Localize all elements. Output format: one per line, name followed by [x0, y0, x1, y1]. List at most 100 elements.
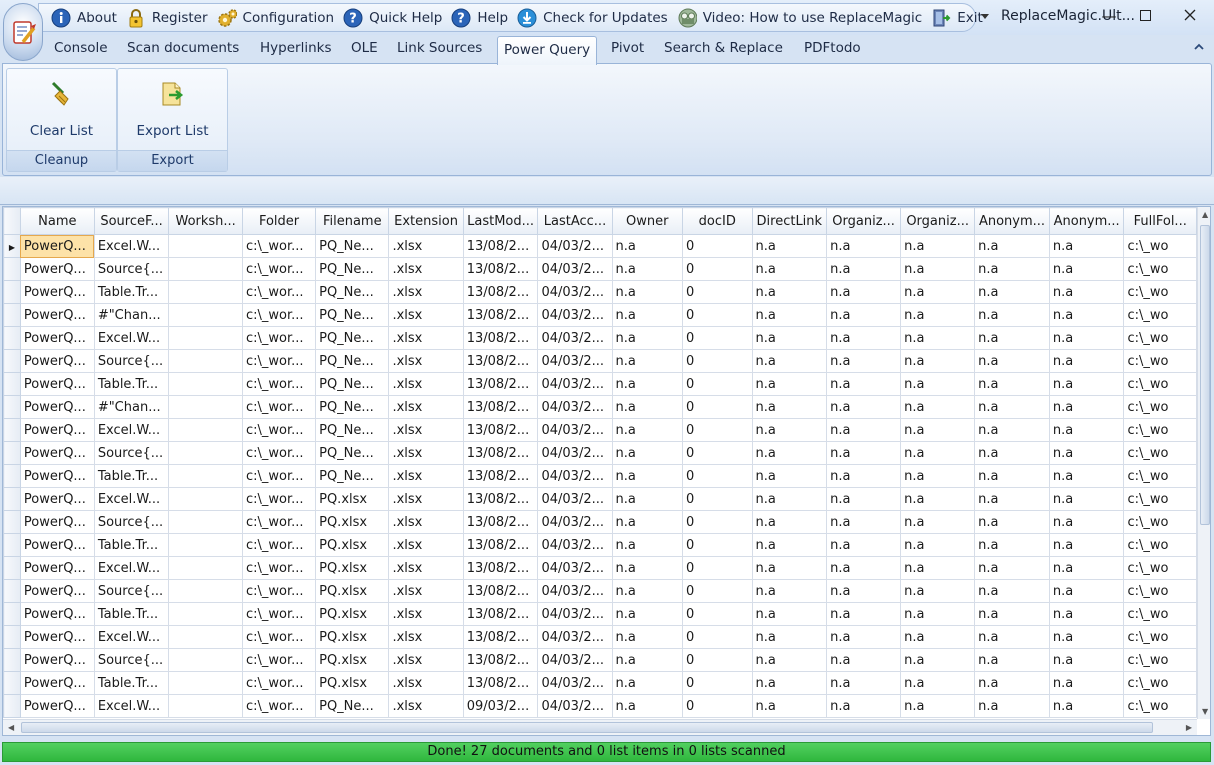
table-cell[interactable]: PowerQ...: [19, 694, 95, 718]
table-cell[interactable]: 13/08/2...: [462, 418, 539, 442]
table-cell[interactable]: n.a: [974, 602, 1050, 626]
table-cell[interactable]: PowerQ...: [19, 303, 95, 327]
table-cell[interactable]: n.a: [751, 556, 828, 580]
table-cell[interactable]: Table.Tr...: [93, 464, 170, 488]
table-cell[interactable]: n.a: [900, 671, 976, 695]
table-cell[interactable]: n.a: [826, 579, 902, 603]
row-header[interactable]: [3, 487, 21, 511]
table-cell[interactable]: n.a: [1048, 694, 1125, 718]
table-cell[interactable]: n.a: [611, 671, 683, 695]
table-cell[interactable]: PowerQ...: [19, 257, 95, 281]
table-cell[interactable]: 13/08/2...: [462, 579, 539, 603]
table-cell[interactable]: n.a: [1048, 533, 1125, 557]
table-cell[interactable]: n.a: [826, 671, 902, 695]
table-cell[interactable]: PQ.xlsx: [315, 579, 390, 603]
table-cell[interactable]: .xlsx: [388, 280, 464, 304]
table-cell[interactable]: n.a: [900, 533, 976, 557]
table-cell[interactable]: 0: [681, 533, 753, 557]
table-cell[interactable]: n.a: [1048, 441, 1125, 465]
table-cell[interactable]: n.a: [751, 510, 828, 534]
video-tutorial-button[interactable]: Video: How to use ReplaceMagic: [677, 6, 927, 30]
table-cell[interactable]: [168, 418, 243, 442]
row-header[interactable]: [3, 579, 21, 603]
table-cell[interactable]: PowerQ...: [19, 533, 95, 557]
table-cell[interactable]: n.a: [900, 303, 976, 327]
table-cell[interactable]: .xlsx: [388, 487, 464, 511]
table-cell[interactable]: n.a: [974, 510, 1050, 534]
table-cell[interactable]: n.a: [1048, 602, 1125, 626]
table-cell[interactable]: c:\_wo: [1123, 303, 1197, 327]
table-cell[interactable]: c:\_wor...: [241, 326, 317, 350]
tab-console[interactable]: Console: [48, 35, 114, 63]
table-cell[interactable]: n.a: [751, 487, 828, 511]
table-cell[interactable]: 13/08/2...: [462, 556, 539, 580]
vertical-scrollbar[interactable]: ▲ ▼: [1197, 207, 1210, 719]
table-cell[interactable]: 04/03/2...: [537, 556, 613, 580]
table-cell[interactable]: 04/03/2...: [537, 234, 613, 258]
table-row[interactable]: PowerQ... Excel.W... c:\_wor... PQ.xlsx .xls…: [3, 556, 1197, 580]
table-cell[interactable]: c:\_wor...: [241, 349, 317, 373]
table-cell[interactable]: n.a: [900, 487, 976, 511]
table-row[interactable]: PowerQ... #"Chan... c:\_wor... PQ_Ne... .xls…: [3, 303, 1197, 327]
table-cell[interactable]: PowerQ...: [19, 579, 95, 603]
register-button[interactable]: Register: [126, 6, 212, 30]
table-cell[interactable]: 13/08/2...: [462, 280, 539, 304]
table-cell[interactable]: 04/03/2...: [537, 303, 613, 327]
table-cell[interactable]: PowerQ...: [19, 234, 95, 258]
table-cell[interactable]: n.a: [974, 464, 1050, 488]
scroll-left-icon[interactable]: ◀: [8, 723, 14, 732]
table-cell[interactable]: n.a: [974, 671, 1050, 695]
table-cell[interactable]: c:\_wo: [1123, 556, 1197, 580]
table-cell[interactable]: 04/03/2...: [537, 257, 613, 281]
table-cell[interactable]: 04/03/2...: [537, 280, 613, 304]
table-cell[interactable]: c:\_wor...: [241, 303, 317, 327]
table-cell[interactable]: .xlsx: [388, 349, 464, 373]
table-cell[interactable]: c:\_wo: [1123, 579, 1197, 603]
table-cell[interactable]: c:\_wor...: [241, 602, 317, 626]
table-cell[interactable]: n.a: [611, 556, 683, 580]
table-cell[interactable]: n.a: [1048, 257, 1125, 281]
table-cell[interactable]: 13/08/2...: [462, 326, 539, 350]
horizontal-scrollbar[interactable]: ◀ ▶: [3, 719, 1197, 735]
table-cell[interactable]: 13/08/2...: [462, 395, 539, 419]
table-cell[interactable]: n.a: [751, 395, 828, 419]
table-cell[interactable]: c:\_wo: [1123, 441, 1197, 465]
table-cell[interactable]: Source{...: [93, 349, 170, 373]
row-header[interactable]: [3, 625, 21, 649]
table-cell[interactable]: [168, 694, 243, 718]
table-cell[interactable]: 13/08/2...: [462, 303, 539, 327]
column-header[interactable]: FullFol...: [1123, 207, 1197, 235]
table-cell[interactable]: PQ.xlsx: [315, 510, 390, 534]
table-cell[interactable]: 13/08/2...: [462, 372, 539, 396]
tab-power-query[interactable]: Power Query: [497, 36, 598, 65]
table-cell[interactable]: c:\_wor...: [241, 418, 317, 442]
table-cell[interactable]: c:\_wor...: [241, 533, 317, 557]
table-cell[interactable]: 04/03/2...: [537, 395, 613, 419]
table-cell[interactable]: n.a: [751, 602, 828, 626]
table-cell[interactable]: c:\_wor...: [241, 234, 317, 258]
about-button[interactable]: About: [51, 6, 121, 30]
table-row[interactable]: PowerQ... Table.Tr... c:\_wor... PQ_Ne... .x…: [3, 280, 1197, 304]
table-cell[interactable]: Excel.W...: [93, 487, 170, 511]
table-cell[interactable]: n.a: [751, 372, 828, 396]
table-cell[interactable]: #"Chan...: [93, 303, 170, 327]
column-header[interactable]: LastMod...: [462, 207, 539, 235]
exit-button[interactable]: Exit: [931, 6, 987, 30]
table-cell[interactable]: 0: [681, 694, 753, 718]
table-cell[interactable]: 13/08/2...: [462, 441, 539, 465]
table-cell[interactable]: [168, 349, 243, 373]
table-cell[interactable]: n.a: [900, 556, 976, 580]
table-cell[interactable]: PQ.xlsx: [315, 533, 390, 557]
help-button[interactable]: ? Help: [451, 6, 512, 30]
table-cell[interactable]: PQ_Ne...: [315, 441, 390, 465]
quick-help-button[interactable]: ? Quick Help: [343, 6, 446, 30]
table-cell[interactable]: n.a: [826, 487, 902, 511]
column-header[interactable]: Folder: [241, 207, 317, 235]
table-cell[interactable]: n.a: [751, 349, 828, 373]
table-cell[interactable]: Table.Tr...: [93, 533, 170, 557]
table-row[interactable]: PowerQ... Excel.W... c:\_wor... PQ_Ne... .xl…: [3, 418, 1197, 442]
table-cell[interactable]: n.a: [974, 257, 1050, 281]
table-cell[interactable]: 0: [681, 257, 753, 281]
table-cell[interactable]: .xlsx: [388, 234, 464, 258]
table-cell[interactable]: c:\_wor...: [241, 648, 317, 672]
